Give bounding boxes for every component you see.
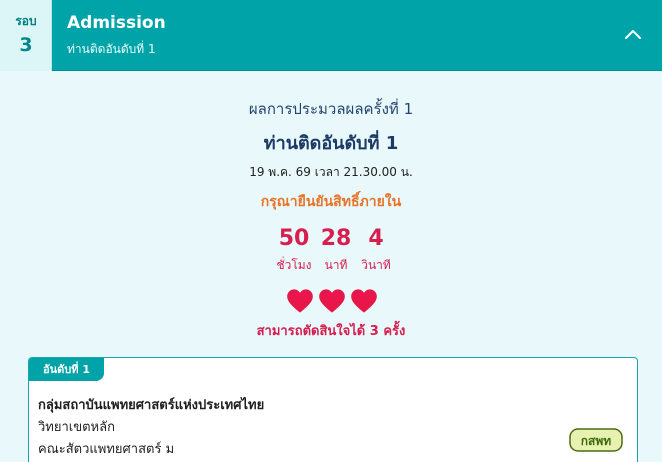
gspt-logo: กสพท xyxy=(569,428,623,452)
countdown-hours-unit: ชั่วโมง xyxy=(276,258,312,272)
heart-icon xyxy=(287,289,313,313)
decisions-remaining-text: สามารถตัดสินใจได้ 3 ครั้ง xyxy=(256,324,406,339)
countdown-seconds: 4 วินาที xyxy=(358,226,394,275)
heart-icon xyxy=(351,289,377,313)
ranking-card[interactable]: อันดับที่ 1 กลุ่มสถาบันแพทยศาสตร์แห่งประ… xyxy=(28,357,638,462)
result-heading: ผลการประมวลผลครั้งที่ 1 xyxy=(248,100,414,118)
header-bar[interactable]: รอบ 3 Admission ท่านติดอันดับที่ 1 xyxy=(0,0,662,71)
program-faculty: คณะสัตวแพทยศาสตร์ ม xyxy=(38,442,175,457)
countdown-seconds-value: 4 xyxy=(368,226,384,251)
countdown-hours: 50 ชั่วโมง xyxy=(274,226,314,275)
result-title: ท่านติดอันดับที่ 1 xyxy=(263,133,399,154)
result-date: 19 พ.ค. 69 เวลา 21.30.00 น. xyxy=(249,165,413,179)
round-label: รอบ xyxy=(15,14,37,28)
round-indicator: รอบ 3 xyxy=(0,0,52,71)
header-subtitle: ท่านติดอันดับที่ 1 xyxy=(67,42,156,56)
countdown-minutes-value: 28 xyxy=(320,226,352,251)
gspt-logo-text: กสพท xyxy=(581,434,612,448)
decision-hearts xyxy=(286,288,382,314)
countdown-minutes: 28 นาที xyxy=(318,226,354,275)
program-campus: วิทยาเขตหลัก xyxy=(38,420,115,435)
header-title: Admission xyxy=(67,13,166,33)
countdown-minutes-unit: นาที xyxy=(324,258,348,272)
heart-icon xyxy=(319,289,345,313)
countdown-hours-value: 50 xyxy=(278,226,310,251)
countdown-seconds-unit: วินาที xyxy=(361,258,391,272)
program-group: กลุ่มสถาบันแพทยศาสตร์แห่งประเทศไทย xyxy=(38,398,265,413)
round-number: 3 xyxy=(19,34,33,56)
chevron-up-icon[interactable] xyxy=(624,27,642,41)
ranking-tab: อันดับที่ 1 xyxy=(29,358,104,381)
confirm-deadline-label: กรุณายืนยันสิทธิ์ภายใน xyxy=(260,194,402,210)
